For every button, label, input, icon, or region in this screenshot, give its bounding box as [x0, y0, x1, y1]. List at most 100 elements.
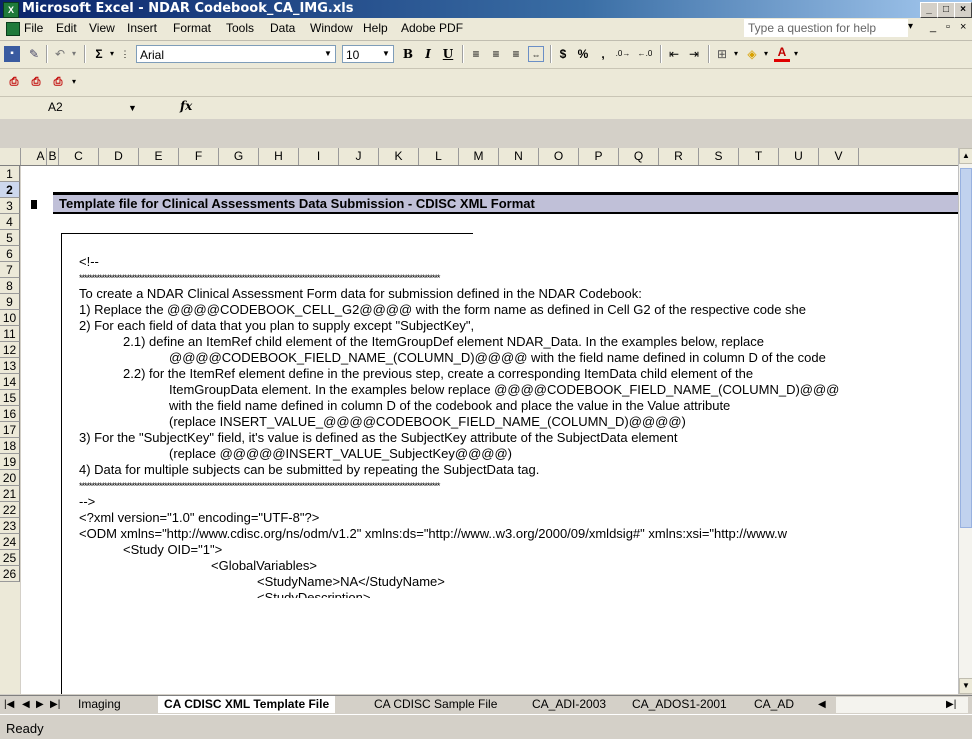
autosum-icon[interactable]: Σ	[92, 46, 106, 62]
sheet-line[interactable]: <GlobalVariables>	[211, 558, 317, 574]
column-header[interactable]: S	[699, 148, 739, 165]
row-header[interactable]: 21	[0, 486, 20, 502]
workbook-icon[interactable]	[6, 22, 20, 36]
column-header[interactable]: N	[499, 148, 539, 165]
sheet-line[interactable]: ****************************************…	[79, 478, 440, 494]
fill-color-icon[interactable]: ◈	[744, 46, 760, 62]
increase-decimal-icon[interactable]: .0→	[614, 46, 632, 62]
menu-format[interactable]: Format	[173, 21, 211, 35]
menu-tools[interactable]: Tools	[226, 21, 254, 35]
help-search-input[interactable]: Type a question for help	[744, 19, 908, 37]
scroll-thumb[interactable]	[960, 168, 972, 528]
sheet-line[interactable]: <Study OID="1">	[123, 542, 222, 558]
sheet-line[interactable]: (replace @@@@@INSERT_VALUE_SubjectKey@@@…	[169, 446, 512, 462]
font-color-dropdown-icon[interactable]: ▾	[792, 46, 800, 62]
minimize-icon[interactable]: _	[920, 2, 938, 18]
row-header[interactable]: 24	[0, 534, 20, 550]
column-header[interactable]: F	[179, 148, 219, 165]
select-all-corner[interactable]	[0, 148, 21, 165]
sheet-line[interactable]: 2.2) for the ItemRef element define in t…	[123, 366, 753, 382]
column-header[interactable]: C	[59, 148, 99, 165]
font-color-icon[interactable]: A	[774, 46, 790, 62]
row-header[interactable]: 25	[0, 550, 20, 566]
column-header[interactable]: P	[579, 148, 619, 165]
italic-button[interactable]: I	[420, 46, 436, 62]
bold-button[interactable]: B	[400, 46, 416, 62]
underline-button[interactable]: U	[440, 46, 456, 62]
row-header[interactable]: 18	[0, 438, 20, 454]
row-header[interactable]: 4	[0, 214, 20, 230]
row-header[interactable]: 23	[0, 518, 20, 534]
column-header[interactable]: D	[99, 148, 139, 165]
toolbar-options-icon[interactable]: ▾	[70, 74, 78, 90]
menu-adobe-pdf[interactable]: Adobe PDF	[401, 21, 463, 35]
align-right-icon[interactable]: ≡	[508, 46, 524, 62]
menu-data[interactable]: Data	[270, 21, 295, 35]
sheet-line[interactable]: 3) For the "SubjectKey" field, it's valu…	[79, 430, 678, 446]
sheet-line[interactable]: @@@@CODEBOOK_FIELD_NAME_(COLUMN_D)@@@@ w…	[169, 350, 826, 366]
convert-and-email-icon[interactable]: ⎙	[28, 74, 44, 90]
fill-color-dropdown-icon[interactable]: ▾	[762, 46, 770, 62]
insert-function-icon[interactable]: fx	[180, 99, 192, 113]
sheet-line[interactable]: -->	[79, 494, 95, 510]
row-header[interactable]: 3	[0, 198, 20, 214]
menu-insert[interactable]: Insert	[127, 21, 157, 35]
sheet-tab[interactable]: CA_ADOS1-2001	[626, 696, 733, 713]
horizontal-scrollbar[interactable]: ▶|	[836, 697, 968, 713]
scroll-down-icon[interactable]: ▼	[959, 678, 972, 694]
toolbar-options-icon[interactable]: ⋮	[120, 46, 130, 62]
row-header[interactable]: 2	[0, 182, 20, 198]
align-center-icon[interactable]: ≡	[488, 46, 504, 62]
autosum-dropdown-icon[interactable]: ▾	[108, 46, 116, 62]
undo-dropdown-icon[interactable]: ▾	[70, 46, 78, 62]
formula-input[interactable]	[200, 99, 970, 116]
sheet-tab-active[interactable]: CA CDISC XML Template File	[158, 696, 336, 713]
sheet-line[interactable]: <StudyName>NA</StudyName>	[257, 574, 445, 590]
row-header[interactable]: 5	[0, 230, 20, 246]
font-size-select[interactable]: 10 ▼	[342, 45, 394, 63]
sheet-line[interactable]: 2) For each field of data that you plan …	[79, 318, 474, 334]
row-header[interactable]: 13	[0, 358, 20, 374]
research-icon[interactable]: ✎	[26, 46, 42, 62]
column-header[interactable]: B	[47, 148, 59, 165]
row-header[interactable]: 11	[0, 326, 20, 342]
help-dropdown-icon[interactable]: ▾	[908, 21, 913, 32]
excel-icon[interactable]: X	[3, 2, 19, 18]
sheet-line[interactable]: <?xml version="1.0" encoding="UTF-8"?>	[79, 510, 319, 526]
scroll-up-icon[interactable]: ▲	[959, 148, 972, 164]
increase-indent-icon[interactable]: ⇥	[686, 46, 702, 62]
sheet-line[interactable]: (replace INSERT_VALUE_@@@@CODEBOOK_FIELD…	[169, 414, 686, 430]
column-header[interactable]: J	[339, 148, 379, 165]
sheet-line[interactable]: 2.1) define an ItemRef child element of …	[123, 334, 764, 350]
column-header[interactable]: O	[539, 148, 579, 165]
percent-button[interactable]: %	[576, 46, 590, 62]
sheet-line[interactable]: ItemGroupData element. In the examples b…	[169, 382, 839, 398]
currency-button[interactable]: $	[556, 46, 570, 62]
row-header[interactable]: 8	[0, 278, 20, 294]
menu-edit[interactable]: Edit	[56, 21, 77, 35]
sheet-tab[interactable]: CA_AD	[748, 696, 800, 713]
menu-window[interactable]: Window	[310, 21, 353, 35]
decrease-decimal-icon[interactable]: ←.0	[636, 46, 654, 62]
comma-style-button[interactable]: ,	[596, 46, 610, 62]
row-header[interactable]: 7	[0, 262, 20, 278]
font-name-select[interactable]: Arial ▼	[136, 45, 336, 63]
convert-to-pdf-icon[interactable]: ⎙	[6, 74, 22, 90]
vertical-scrollbar[interactable]: ▲ ▼	[958, 148, 972, 694]
prev-sheet-icon[interactable]: ◀	[22, 698, 30, 712]
name-box-dropdown-icon[interactable]: ▼	[128, 103, 137, 113]
row-header[interactable]: 9	[0, 294, 20, 310]
column-header[interactable]: M	[459, 148, 499, 165]
sheet-line[interactable]: ****************************************…	[79, 270, 440, 286]
sheet-line[interactable]: 1) Replace the @@@@CODEBOOK_CELL_G2@@@@ …	[79, 302, 806, 318]
undo-icon[interactable]: ↶	[52, 46, 68, 62]
sheet-tab[interactable]: Imaging	[72, 696, 127, 713]
tab-split-icon[interactable]: ◀	[818, 698, 826, 712]
column-header[interactable]: T	[739, 148, 779, 165]
menu-help[interactable]: Help	[363, 21, 388, 35]
decrease-indent-icon[interactable]: ⇤	[666, 46, 682, 62]
row-header[interactable]: 1	[0, 166, 20, 182]
sheet-tab[interactable]: CA_ADI-2003	[526, 696, 612, 713]
close-icon[interactable]: ×	[954, 2, 972, 18]
menu-file[interactable]: File	[24, 21, 43, 35]
